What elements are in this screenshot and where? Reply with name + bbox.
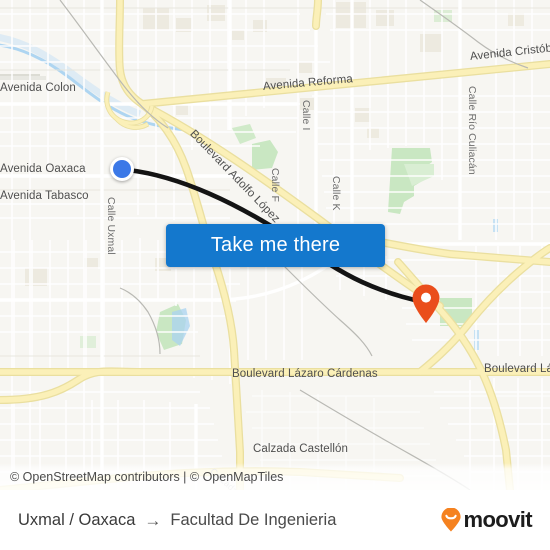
route-origin-label: Uxmal / Oaxaca [18,510,136,529]
moovit-pin-icon [441,508,462,532]
origin-marker-dot [113,160,131,178]
take-me-there-button[interactable]: Take me there [166,224,385,267]
moovit-logo[interactable]: moovit [440,507,533,533]
moovit-wordmark: moovit [463,507,532,532]
destination-pin-glyph [412,284,440,323]
route-destination-label: Facultad De Ingenieria [170,510,337,529]
map-canvas[interactable]: p. Avenida Colon Avenida Oaxaca Avenida … [0,0,550,490]
route-summary: Uxmal / Oaxaca → Facultad De Ingenieria [18,511,336,530]
arrow-right-icon: → [144,510,162,530]
map-attribution-text[interactable]: © OpenStreetMap contributors | © OpenMap… [10,470,283,484]
destination-pin-icon[interactable] [411,284,441,324]
origin-marker[interactable] [110,157,134,181]
route-footer: Uxmal / Oaxaca → Facultad De Ingenieria … [0,490,550,550]
moovit-route-preview: p. Avenida Colon Avenida Oaxaca Avenida … [0,0,550,550]
